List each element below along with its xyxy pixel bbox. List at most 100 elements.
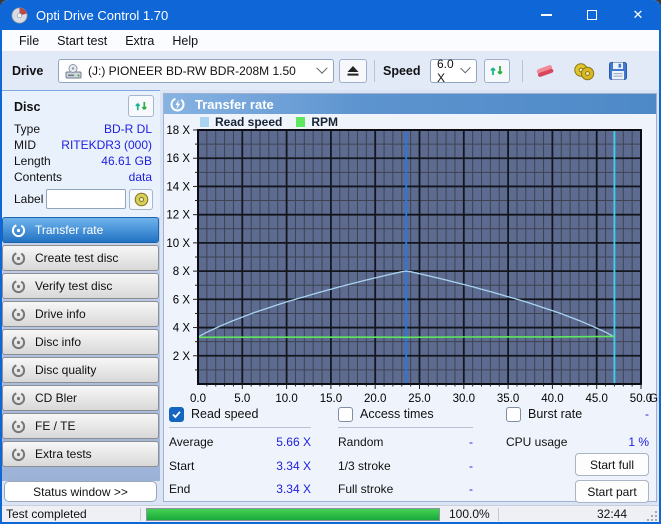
statusbar-separator bbox=[140, 508, 141, 521]
status-window-label: Status window >> bbox=[33, 485, 128, 499]
metric-row: 1/3 stroke- bbox=[338, 458, 473, 473]
disc-info-value[interactable]: data bbox=[129, 170, 152, 184]
disc-info-label: Type bbox=[14, 122, 40, 136]
close-button[interactable]: ✕ bbox=[615, 0, 661, 30]
disc-label-input[interactable] bbox=[46, 189, 126, 209]
chevron-down-icon bbox=[316, 63, 327, 74]
transfer-rate-chart: 2 X4 X6 X8 X10 X12 X14 X16 X18 X0.05.010… bbox=[164, 126, 658, 418]
y-tick-label: 14 X bbox=[166, 181, 190, 193]
gold-discs-icon bbox=[572, 62, 596, 81]
metric-column-header: Read speed bbox=[169, 406, 311, 422]
minimize-button[interactable] bbox=[523, 0, 569, 30]
unchecked-checkbox-burst-rate[interactable] bbox=[506, 407, 521, 422]
sidebar-item-extra-tests[interactable]: Extra tests bbox=[2, 441, 159, 467]
checkbox-label: Access times bbox=[360, 407, 434, 421]
sidebar-item-transfer-rate[interactable]: Transfer rate bbox=[2, 217, 159, 243]
refresh-disc-button[interactable] bbox=[128, 95, 154, 117]
sidebar-item-label: Extra tests bbox=[35, 447, 92, 461]
unchecked-checkbox-access-times[interactable] bbox=[338, 407, 353, 422]
disc-icon bbox=[11, 251, 26, 266]
metric-value: - bbox=[469, 459, 473, 473]
statusbar: Test completed 100.0% 32:44 bbox=[0, 505, 661, 522]
x-tick-label: 10.0 bbox=[275, 393, 297, 405]
series-rpm bbox=[198, 336, 614, 337]
disc-info-value: BD-R DL bbox=[104, 122, 152, 136]
metric-value: 1 % bbox=[628, 435, 649, 449]
status-window-button[interactable]: Status window >> bbox=[4, 481, 157, 502]
metric-row: CPU usage 1 % bbox=[506, 434, 649, 449]
y-tick-label: 12 X bbox=[166, 210, 190, 222]
speed-value: 6.0 X bbox=[437, 57, 462, 85]
maximize-button[interactable] bbox=[569, 0, 615, 30]
sidebar-item-fe-te[interactable]: FE / TE bbox=[2, 413, 159, 439]
speed-select[interactable]: 6.0 X bbox=[430, 59, 477, 83]
resize-grip[interactable] bbox=[646, 510, 658, 522]
titlebar: Opti Drive Control 1.70 ✕ bbox=[0, 0, 661, 30]
metric-row: End3.34 X bbox=[169, 481, 311, 496]
minimize-icon bbox=[541, 14, 552, 15]
metric-row: Start3.34 X bbox=[169, 458, 311, 473]
disc-label-row: Label bbox=[14, 188, 154, 210]
disc-tools-button[interactable] bbox=[570, 58, 598, 84]
disc-icon bbox=[11, 335, 26, 350]
erase-disc-button[interactable] bbox=[531, 58, 559, 84]
metric-row: Random - bbox=[338, 434, 473, 449]
metric-label: CPU usage bbox=[506, 435, 567, 449]
drive-select[interactable]: (J:) PIONEER BD-RW BDR-208M 1.50 bbox=[58, 59, 334, 83]
sidebar-item-disc-quality[interactable]: Disc quality bbox=[2, 357, 159, 383]
refresh-icon bbox=[489, 63, 505, 79]
sidebar-item-verify-test-disc[interactable]: Verify test disc bbox=[2, 273, 159, 299]
maximize-icon bbox=[587, 10, 597, 20]
sidebar-item-create-test-disc[interactable]: Create test disc bbox=[2, 245, 159, 271]
elapsed-time: 32:44 bbox=[597, 507, 627, 521]
disc-icon bbox=[11, 279, 26, 294]
menu-item-help[interactable]: Help bbox=[163, 31, 207, 51]
disc-info-rows: TypeBD-R DLMIDRITEKDR3 (000)Length46.61 … bbox=[14, 121, 152, 185]
app-window: Opti Drive Control 1.70 ✕ FileStart test… bbox=[0, 0, 661, 524]
status-text: Test completed bbox=[6, 507, 87, 521]
menu-item-file[interactable]: File bbox=[10, 31, 48, 51]
sidebar-item-disc-info[interactable]: Disc info bbox=[2, 329, 159, 355]
sidebar-item-label: FE / TE bbox=[35, 419, 75, 433]
write-label-button[interactable] bbox=[129, 189, 153, 210]
metric-value: 3.34 X bbox=[276, 482, 311, 496]
y-tick-label: 2 X bbox=[173, 351, 191, 363]
disc-info-panel: Disc TypeBD-R DLMIDRITEKDR3 (000)Length4… bbox=[2, 90, 160, 218]
disc-info-row: Type BD-R DL bbox=[14, 121, 152, 137]
save-icon bbox=[608, 61, 628, 81]
start-part-button[interactable]: Start part bbox=[575, 480, 649, 503]
drive-icon bbox=[65, 64, 83, 79]
drive-value: (J:) PIONEER BD-RW BDR-208M 1.50 bbox=[88, 64, 296, 78]
metric-column: Burst rate-CPU usage1 %Start fullStart p… bbox=[506, 406, 649, 422]
checked-checkbox-read-speed[interactable] bbox=[169, 407, 184, 422]
x-tick-label: 20.0 bbox=[364, 393, 386, 405]
y-tick-label: 16 X bbox=[166, 153, 190, 165]
start-full-button[interactable]: Start full bbox=[575, 453, 649, 476]
disc-info-row: Contentsdata bbox=[14, 169, 152, 185]
disc-info-value: RITEKDR3 (000) bbox=[61, 138, 152, 152]
sidebar-item-drive-info[interactable]: Drive info bbox=[2, 301, 159, 327]
menu-item-extra[interactable]: Extra bbox=[116, 31, 163, 51]
metric-label: Random bbox=[338, 435, 383, 449]
eject-button[interactable] bbox=[339, 59, 367, 83]
panel-title: Transfer rate bbox=[195, 97, 274, 112]
metric-column-header: Burst rate- bbox=[506, 406, 649, 422]
x-tick-label: 35.0 bbox=[497, 393, 519, 405]
toolbar: Drive (J:) PIONEER BD-RW BDR-208M 1.50 S… bbox=[0, 52, 661, 90]
metric-value: 5.66 X bbox=[276, 435, 311, 449]
disc-info-label: MID bbox=[14, 138, 36, 152]
sidebar-item-label: Create test disc bbox=[35, 251, 118, 265]
x-tick-label: 0.0 bbox=[190, 393, 206, 405]
menu-item-start-test[interactable]: Start test bbox=[48, 31, 116, 51]
refresh-speeds-button[interactable] bbox=[484, 59, 510, 83]
save-button[interactable] bbox=[604, 58, 632, 84]
disc-info-row: MID RITEKDR3 (000) bbox=[14, 137, 152, 153]
sidebar-item-cd-bler[interactable]: CD Bler bbox=[2, 385, 159, 411]
close-icon: ✕ bbox=[633, 7, 644, 23]
app-icon bbox=[11, 7, 28, 24]
transfer-rate-icon bbox=[170, 97, 185, 112]
sidebar-item-label: Disc quality bbox=[35, 363, 96, 377]
metric-value: - bbox=[469, 435, 473, 449]
metric-column: Access timesRandom-1/3 stroke-Full strok… bbox=[338, 406, 473, 422]
checkbox-label: Read speed bbox=[191, 407, 258, 421]
